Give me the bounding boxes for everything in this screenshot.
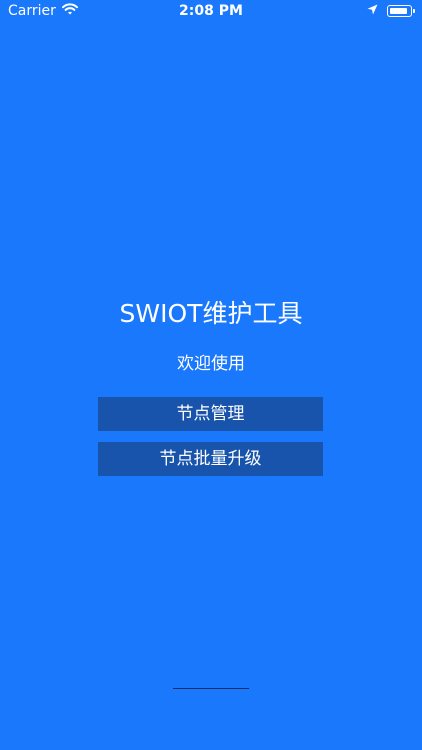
status-time: 2:08 PM bbox=[179, 3, 243, 19]
node-management-button[interactable]: 节点管理 bbox=[98, 397, 323, 431]
battery-icon bbox=[387, 5, 415, 17]
welcome-text: 欢迎使用 bbox=[177, 354, 245, 374]
status-bar: Carrier 2:08 PM bbox=[0, 0, 422, 24]
app-title: SWIOT维护工具 bbox=[119, 299, 303, 328]
battery-level bbox=[390, 8, 407, 14]
battery-tip bbox=[413, 9, 415, 13]
status-right bbox=[367, 3, 415, 19]
location-arrow-icon bbox=[367, 3, 378, 19]
home-indicator[interactable] bbox=[173, 688, 249, 689]
node-batch-upgrade-button[interactable]: 节点批量升级 bbox=[98, 442, 323, 476]
